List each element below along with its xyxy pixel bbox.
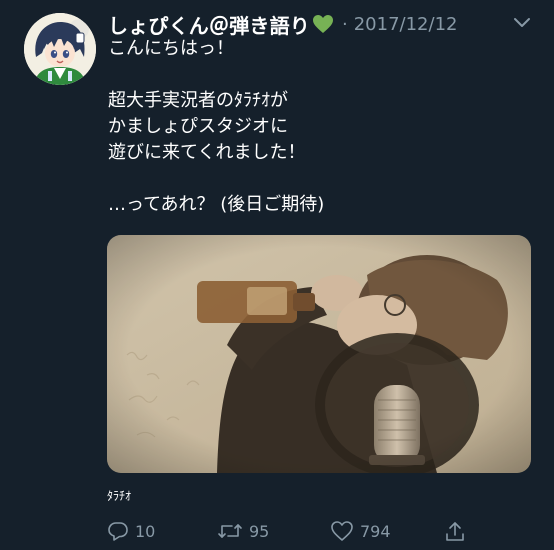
body-line: こんにちはっ！: [108, 38, 234, 59]
reply-count: 10: [135, 521, 156, 541]
tweet: しょぴくん＠弾き語り · 2017/12/12 こんにちはっ！ 超大手実況者のﾀ…: [0, 0, 554, 550]
tweet-photo[interactable]: [107, 235, 531, 473]
retweet-icon: [217, 520, 243, 542]
body-line: …ってあれ？ (後日ご期待): [108, 194, 325, 215]
tweet-body: こんにちはっ！ 超大手実況者のﾀﾗﾁｵが かましょぴスタジオに 遊びに来てくれま…: [108, 36, 528, 218]
display-name[interactable]: しょぴくん＠弾き語り: [108, 10, 310, 39]
body-line: [108, 166, 528, 192]
media-caption: ﾀﾗﾁｵ: [107, 489, 132, 503]
share-button[interactable]: [443, 520, 467, 544]
green-heart-icon: [312, 14, 334, 34]
body-line: かましょぴスタジオに: [108, 116, 288, 137]
avatar[interactable]: [24, 13, 96, 85]
body-line: [108, 62, 528, 88]
body-line: 遊びに来てくれました！: [108, 142, 306, 163]
retweet-button[interactable]: 95: [217, 520, 269, 542]
separator-dot: ·: [342, 13, 348, 35]
retweet-count: 95: [249, 521, 270, 541]
body-line: 超大手実況者のﾀﾗﾁｵが: [108, 90, 288, 111]
chevron-down-icon[interactable]: [512, 15, 532, 29]
share-icon: [443, 520, 467, 544]
reply-button[interactable]: 10: [107, 520, 155, 542]
like-icon: [330, 520, 354, 542]
like-button[interactable]: 794: [330, 520, 391, 542]
like-count: 794: [360, 521, 391, 541]
reply-icon: [107, 520, 129, 542]
tweet-date[interactable]: 2017/12/12: [354, 14, 458, 35]
tweet-actions: 10 95 794: [107, 520, 547, 546]
